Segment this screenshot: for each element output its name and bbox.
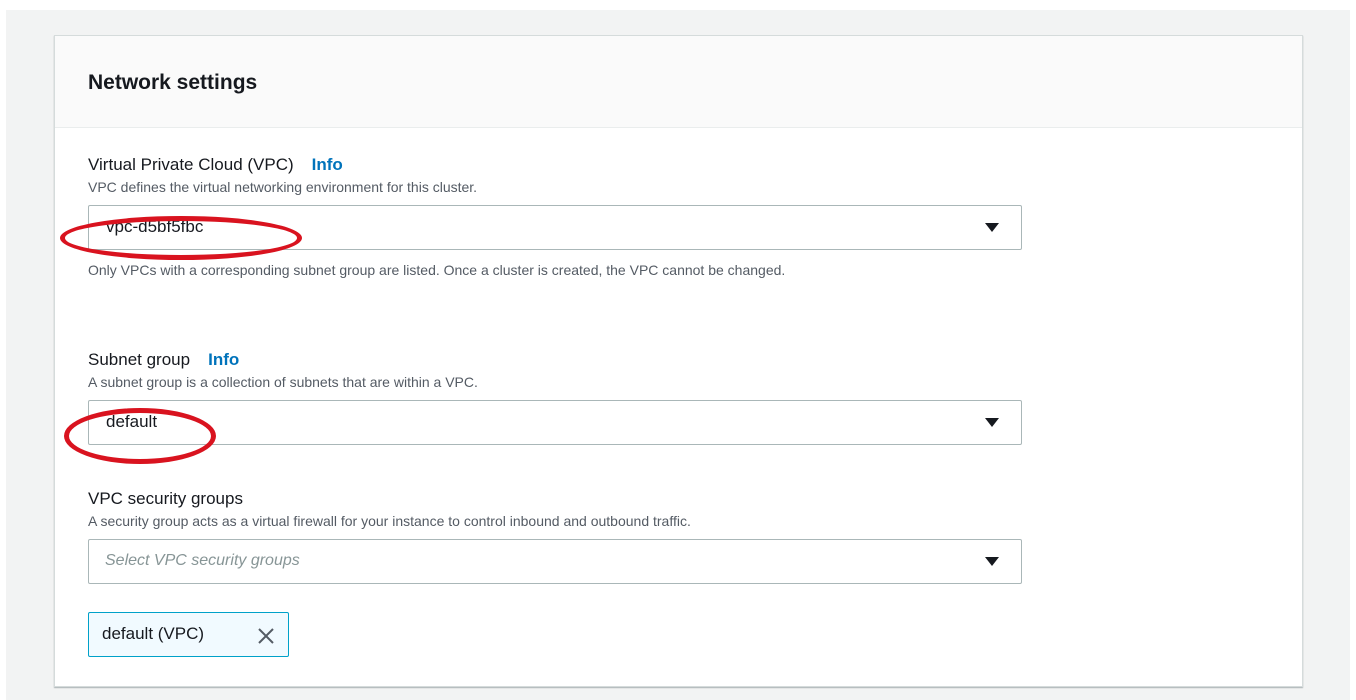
subnet-group-selected-value: default [106,412,158,431]
subnet-group-description: A subnet group is a collection of subnet… [88,374,478,390]
security-groups-label: VPC security groups [88,489,243,508]
security-groups-select[interactable]: Select VPC security groups [88,539,1022,584]
vpc-field: Virtual Private Cloud (VPC) Info VPC defi… [88,154,1022,280]
caret-down-icon [985,418,999,427]
caret-down-icon [985,557,999,566]
security-groups-placeholder: Select VPC security groups [105,552,300,569]
vpc-label: Virtual Private Cloud (VPC) [88,155,294,174]
subnet-group-label: Subnet group [88,350,191,369]
subnet-group-field: Subnet group Info A subnet group is a col… [88,349,1022,445]
close-icon[interactable] [257,627,275,645]
vpc-hint: Only VPCs with a corresponding subnet gr… [88,262,786,278]
caret-down-icon [985,223,999,232]
subnet-group-info-link[interactable]: Info [208,350,239,369]
security-group-token-label: default (VPC) [102,624,205,643]
panel-header: Network settings [55,36,1302,128]
security-groups-description: A security group acts as a virtual firew… [88,513,691,529]
vpc-selected-value: vpc-d5bf5fbc [106,217,204,236]
panel-title: Network settings [88,71,258,94]
subnet-group-select[interactable]: default [88,400,1022,445]
security-group-token: default (VPC) [88,612,289,657]
security-groups-field: VPC security groups A security group act… [88,488,1022,584]
network-settings-panel: Network settings Virtual Private Cloud (… [54,35,1303,687]
vpc-select[interactable]: vpc-d5bf5fbc [88,205,1022,250]
vpc-info-link[interactable]: Info [312,155,343,174]
vpc-description: VPC defines the virtual networking envir… [88,179,478,195]
